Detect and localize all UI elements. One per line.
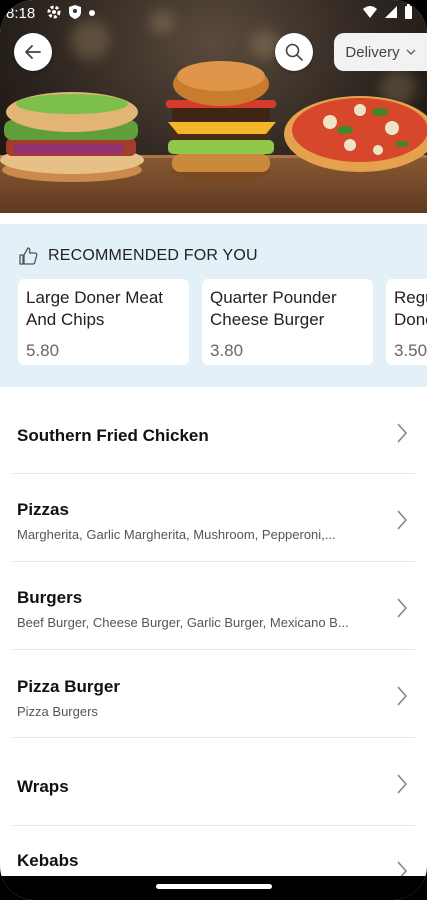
recommended-item-name: Quarter Pounder Cheese Burger [210, 288, 337, 329]
cheese-burger-image [166, 61, 276, 180]
recommended-heading: RECOMMENDED FOR YOU [48, 247, 258, 264]
category-row[interactable]: Kebabs [12, 826, 415, 881]
category-row[interactable]: Pizzas Margherita, Garlic Margherita, Mu… [12, 474, 415, 562]
arrow-left-icon [25, 45, 41, 59]
signal-icon [385, 6, 397, 18]
category-row[interactable]: Pizza Burger Pizza Burgers [12, 650, 415, 738]
recommended-section: RECOMMENDED FOR YOU Large Doner Meat And… [0, 224, 427, 387]
doner-sandwich-image [0, 92, 144, 182]
recommended-item-name: Large Doner Meat And Chips [26, 288, 164, 329]
search-button[interactable] [275, 33, 313, 71]
home-gesture-handle[interactable] [156, 884, 272, 889]
category-title: Wraps [17, 777, 69, 796]
category-subtitle: Margherita, Garlic Margherita, Mushroom,… [17, 527, 336, 542]
chevron-right-icon [397, 686, 408, 706]
chevron-right-icon [397, 598, 408, 618]
restaurant-hero-image: 8:18 Delivery [0, 0, 427, 213]
recommended-item-price: 3.50 [394, 341, 427, 360]
category-subtitle: Beef Burger, Cheese Burger, Garlic Burge… [17, 615, 349, 630]
thumbs-up-icon [19, 247, 38, 265]
chevron-right-icon [397, 510, 408, 530]
app-screen: 8:18 Delivery RECOMMENDED FOR YOU Large … [0, 0, 427, 900]
recommended-item-price: 5.80 [26, 341, 60, 360]
recommended-header: RECOMMENDED FOR YOU [18, 246, 258, 266]
back-button[interactable] [14, 33, 52, 71]
battery-icon [405, 4, 412, 19]
category-title: Kebabs [17, 851, 79, 870]
recommended-item-card[interactable]: Regu Done 3.50 [386, 279, 427, 365]
recommended-item-name: Regu Done [394, 288, 427, 329]
recommended-item-price: 3.80 [210, 341, 244, 360]
search-icon [285, 43, 303, 61]
category-title: Pizzas [17, 500, 69, 519]
gear-icon [47, 5, 61, 19]
wifi-icon [363, 6, 377, 18]
delivery-mode-dropdown[interactable]: Delivery [334, 33, 427, 71]
shield-icon [69, 5, 81, 19]
category-title: Burgers [17, 588, 83, 607]
chevron-right-icon [397, 774, 408, 794]
pizza-image [284, 96, 427, 172]
chevron-down-icon [406, 49, 416, 55]
status-time: 8:18 [6, 5, 36, 22]
category-title: Southern Fried Chicken [17, 426, 209, 445]
category-row[interactable]: Burgers Beef Burger, Cheese Burger, Garl… [12, 562, 415, 650]
category-row[interactable]: Southern Fried Chicken [12, 387, 415, 474]
status-bar: 8:18 [0, 0, 427, 28]
notification-dot-icon [89, 10, 95, 16]
recommended-item-card[interactable]: Large Doner Meat And Chips 5.80 [18, 279, 189, 365]
food-illustration [0, 61, 427, 182]
category-subtitle: Pizza Burgers [17, 704, 98, 719]
delivery-label: Delivery [345, 43, 400, 61]
system-navigation-bar [0, 876, 427, 900]
category-title: Pizza Burger [17, 677, 120, 696]
chevron-right-icon [397, 423, 408, 443]
recommended-item-card[interactable]: Quarter Pounder Cheese Burger 3.80 [202, 279, 373, 365]
category-row[interactable]: Wraps [12, 738, 415, 826]
